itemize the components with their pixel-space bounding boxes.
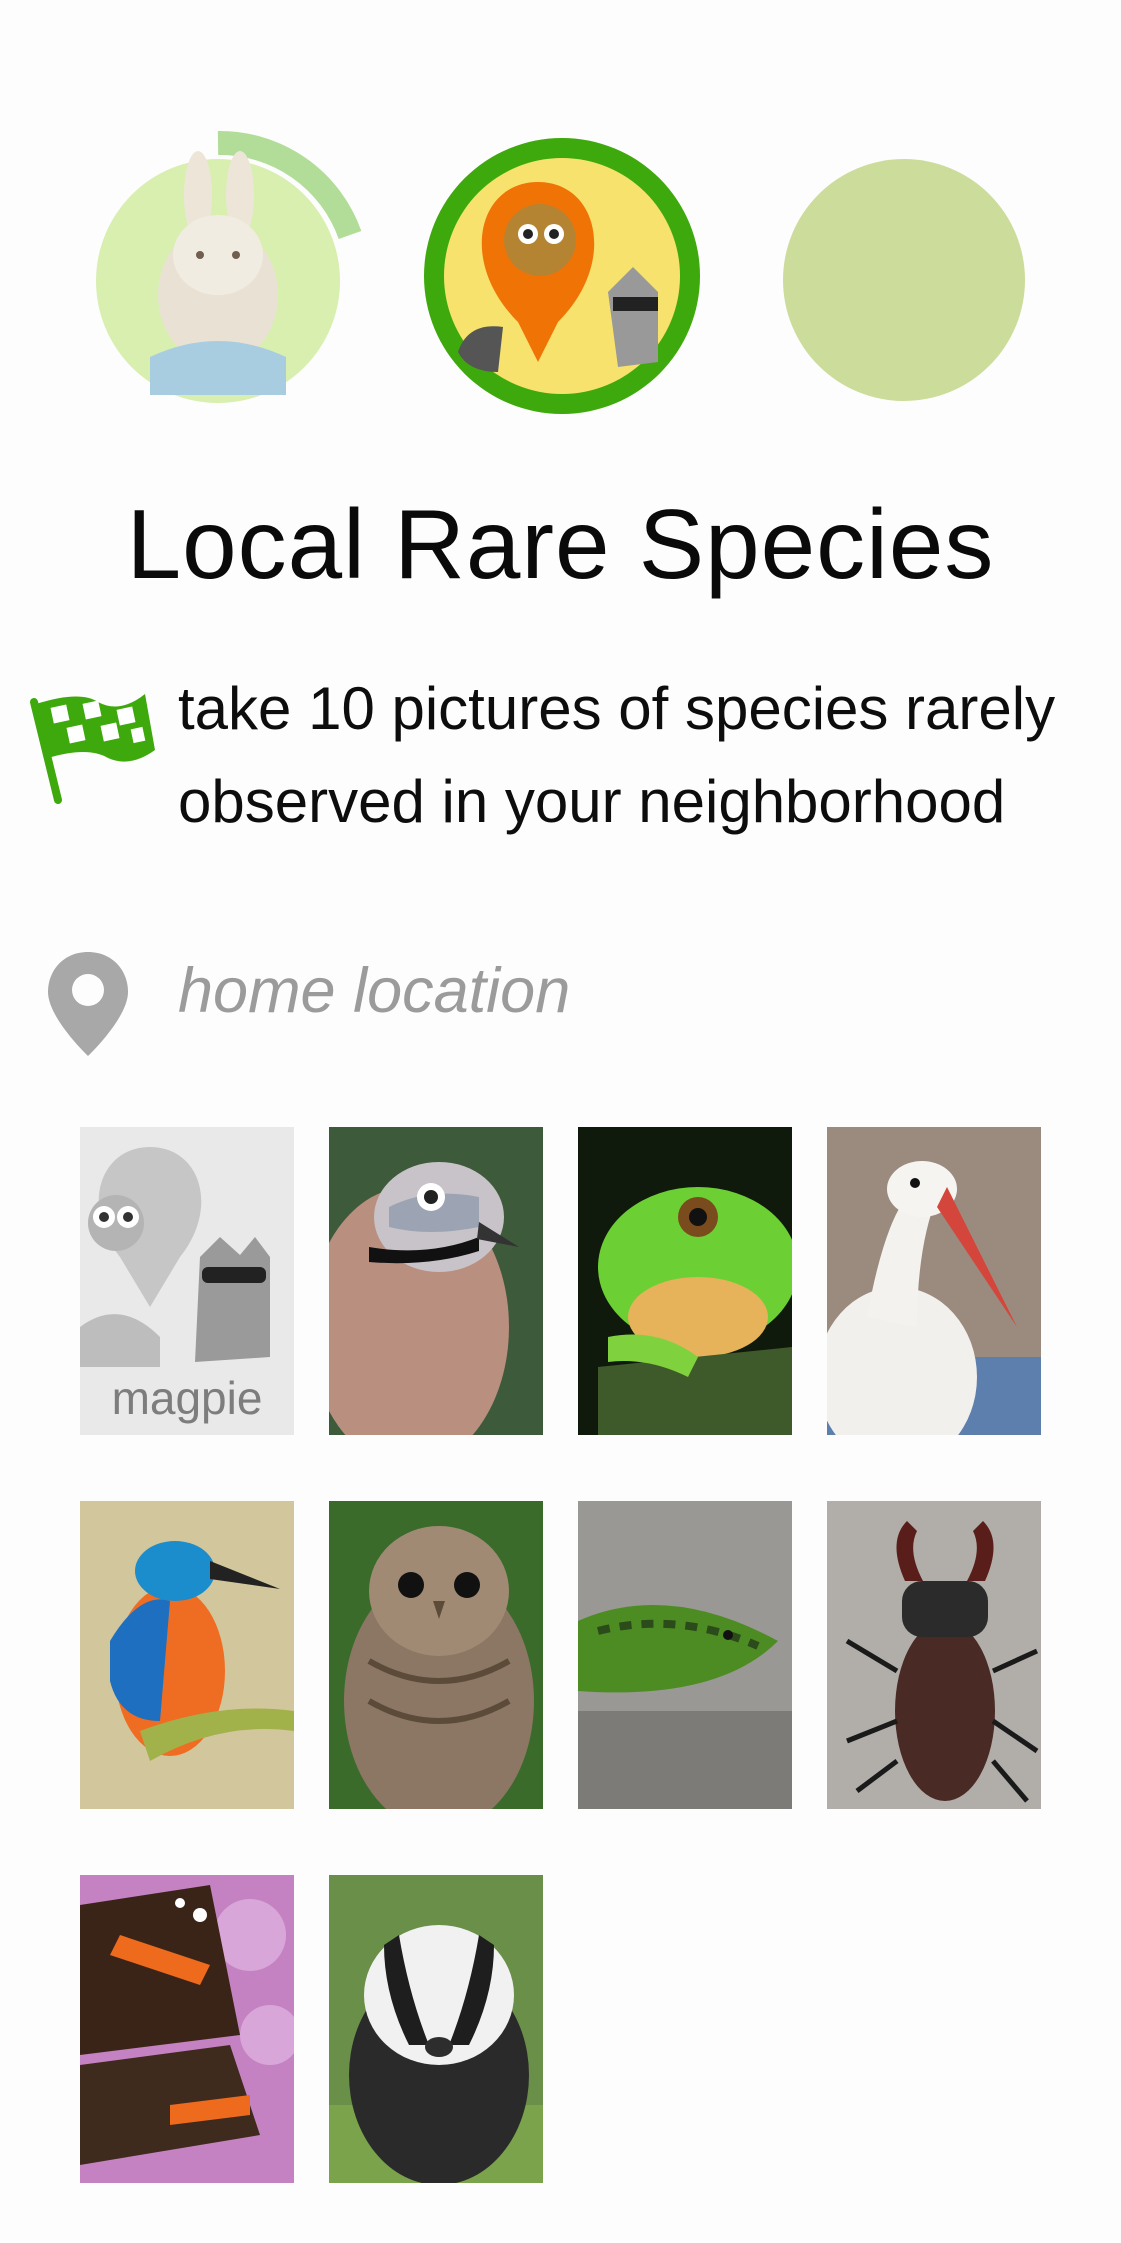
- jay-image: [329, 1127, 543, 1435]
- checkered-flag-icon: [30, 694, 155, 804]
- species-tile-stork[interactable]: [827, 1127, 1041, 1435]
- species-tile-tree-frog[interactable]: [578, 1127, 792, 1435]
- species-tile-jay[interactable]: [329, 1127, 543, 1435]
- stag-beetle-image: [827, 1501, 1041, 1809]
- badge-empty[interactable]: [782, 158, 1026, 402]
- species-tile-badger[interactable]: [329, 1875, 543, 2183]
- owl-raccoon-icon: [424, 138, 700, 414]
- species-grid: magpie: [80, 1127, 1045, 2183]
- badge-owl-raccoon[interactable]: [408, 122, 728, 442]
- location-pin-icon: [48, 952, 128, 1056]
- lizard-image: [578, 1501, 792, 1809]
- species-tile-placeholder[interactable]: magpie: [80, 1127, 294, 1435]
- challenge-title: Local Rare Species: [126, 489, 995, 599]
- species-tile-stag-beetle[interactable]: [827, 1501, 1041, 1809]
- species-tile-tawny-owl[interactable]: [329, 1501, 543, 1809]
- tawny-owl-image: [329, 1501, 543, 1809]
- species-tile-kingfisher[interactable]: [80, 1501, 294, 1809]
- tile-label: magpie: [111, 1372, 263, 1424]
- empty-badge-circle: [783, 159, 1025, 401]
- species-tile-lizard[interactable]: [578, 1501, 792, 1809]
- badge-rabbit[interactable]: [90, 125, 370, 415]
- species-tile-red-admiral-butterfly[interactable]: [80, 1875, 294, 2183]
- kingfisher-image: [80, 1501, 294, 1809]
- location-link[interactable]: home location: [178, 955, 570, 1027]
- tree-frog-image: [578, 1127, 792, 1435]
- red-admiral-butterfly-image: [80, 1875, 294, 2183]
- goal-text: take 10 pictures of species rarely obser…: [178, 675, 1056, 835]
- badger-image: [329, 1875, 543, 2183]
- rabbit-icon: [96, 130, 362, 403]
- stork-image: [827, 1127, 1041, 1435]
